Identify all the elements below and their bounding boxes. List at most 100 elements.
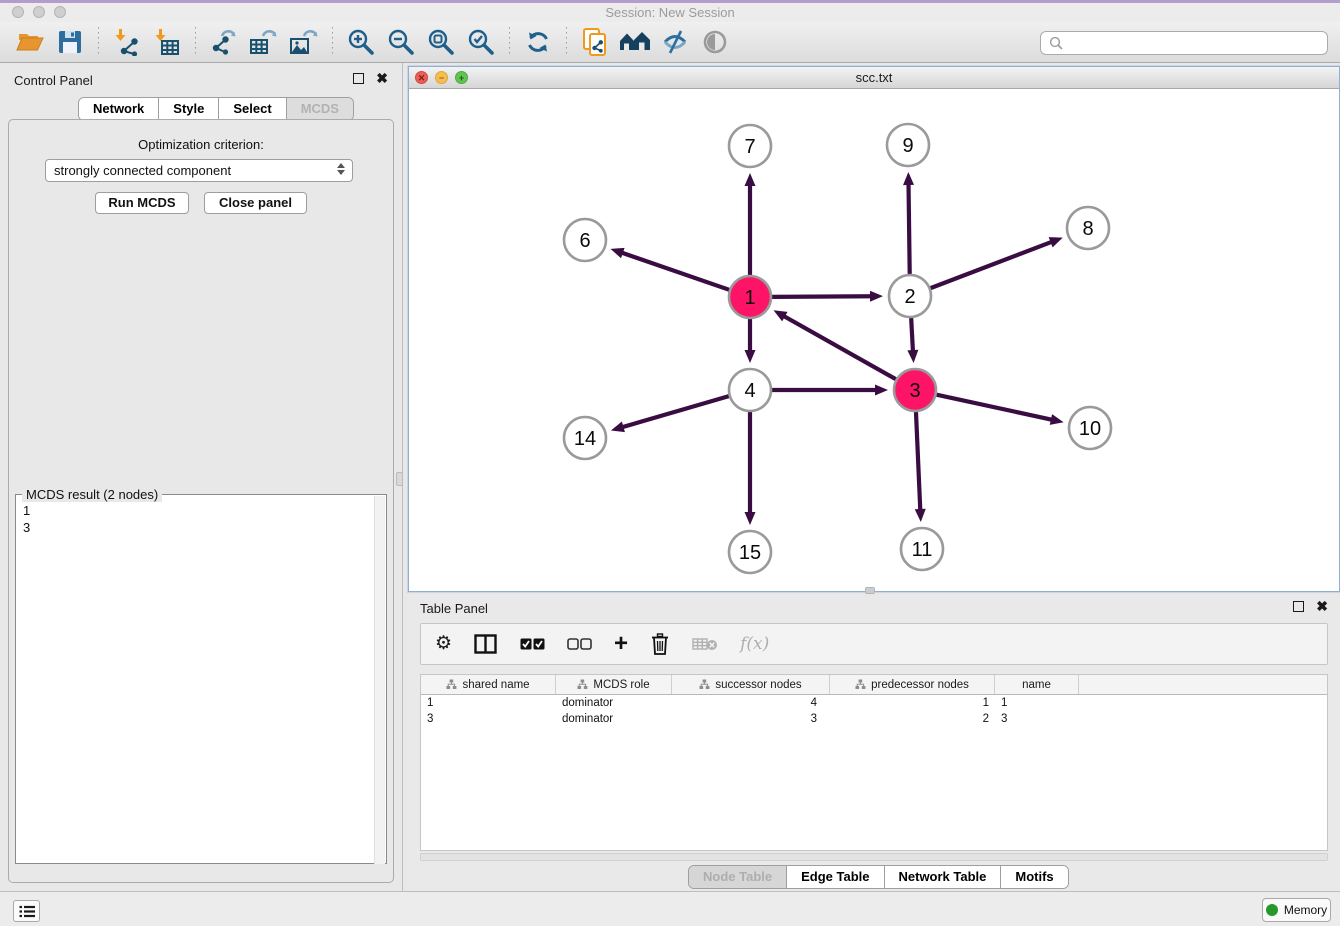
add-column-button[interactable]: + bbox=[614, 634, 628, 654]
network-canvas[interactable]: 7 9 6 8 1 2 4 3 14 10 15 11 bbox=[409, 89, 1339, 591]
graph-edge-3-10[interactable] bbox=[936, 395, 1063, 425]
copy-network-view-button[interactable] bbox=[578, 26, 612, 58]
graph-node-6[interactable]: 6 bbox=[564, 219, 606, 261]
show-graphics-details-button[interactable] bbox=[698, 26, 732, 58]
table-row[interactable]: 3 dominator 3 2 3 bbox=[421, 711, 1327, 727]
graph-edge-2-9[interactable] bbox=[903, 172, 914, 274]
float-table-panel-icon[interactable] bbox=[1293, 601, 1304, 612]
table-options-button[interactable]: ⚙ bbox=[435, 634, 452, 654]
column-selector-button[interactable] bbox=[474, 634, 498, 654]
graph-edge-2-8[interactable] bbox=[931, 237, 1063, 288]
cell-successor-nodes[interactable]: 4 bbox=[672, 697, 830, 709]
graph-node-15[interactable]: 15 bbox=[729, 531, 771, 573]
graph-node-9[interactable]: 9 bbox=[887, 124, 929, 166]
hide-graphics-details-button[interactable] bbox=[658, 26, 692, 58]
open-session-button[interactable] bbox=[13, 26, 47, 58]
result-scrollbar[interactable] bbox=[374, 496, 385, 864]
graph-node-2[interactable]: 2 bbox=[889, 275, 931, 317]
task-history-button[interactable] bbox=[13, 900, 40, 922]
tab-edge-table[interactable]: Edge Table bbox=[787, 866, 884, 888]
graph-edge-3-1[interactable] bbox=[774, 310, 896, 379]
graph-node-7[interactable]: 7 bbox=[729, 125, 771, 167]
search-input[interactable] bbox=[1063, 36, 1319, 51]
table-horizontal-scrollbar[interactable] bbox=[420, 853, 1328, 861]
graph-node-8[interactable]: 8 bbox=[1067, 207, 1109, 249]
column-header-successor-nodes[interactable]: successor nodes bbox=[672, 675, 830, 694]
graph-edge-4-15[interactable] bbox=[745, 412, 756, 525]
graph-edge-1-2[interactable] bbox=[772, 291, 883, 302]
float-panel-icon[interactable] bbox=[353, 73, 364, 84]
cell-predecessor-nodes[interactable]: 2 bbox=[830, 713, 995, 725]
cell-predecessor-nodes[interactable]: 1 bbox=[830, 697, 995, 709]
zoom-in-button[interactable] bbox=[344, 26, 378, 58]
select-all-rows-button[interactable] bbox=[520, 638, 545, 650]
tab-style[interactable]: Style bbox=[159, 98, 219, 120]
column-header-name[interactable]: name bbox=[995, 675, 1079, 694]
cell-successor-nodes[interactable]: 3 bbox=[672, 713, 830, 725]
memory-button[interactable]: Memory bbox=[1262, 898, 1331, 922]
graph-edge-4-14[interactable] bbox=[611, 396, 729, 432]
criterion-dropdown[interactable]: strongly connected component bbox=[45, 159, 353, 182]
save-session-button[interactable] bbox=[53, 26, 87, 58]
network-window-titlebar[interactable]: ✕ − + scc.txt bbox=[409, 67, 1339, 89]
graph-edge-2-3[interactable] bbox=[907, 318, 918, 363]
import-network-button[interactable] bbox=[110, 26, 144, 58]
graph-edge-4-3[interactable] bbox=[772, 385, 888, 396]
import-table-button[interactable] bbox=[150, 26, 184, 58]
graph-node-11[interactable]: 11 bbox=[901, 528, 943, 570]
window-zoom-button[interactable] bbox=[54, 6, 66, 18]
zoom-fit-button[interactable] bbox=[424, 26, 458, 58]
cell-mcds-role[interactable]: dominator bbox=[556, 697, 672, 709]
graph-node-3[interactable]: 3 bbox=[894, 369, 936, 411]
tab-node-table[interactable]: Node Table bbox=[689, 866, 787, 888]
run-mcds-button[interactable]: Run MCDS bbox=[95, 192, 189, 214]
tab-network-table[interactable]: Network Table bbox=[885, 866, 1002, 888]
cell-shared-name[interactable]: 1 bbox=[421, 697, 556, 709]
window-close-button[interactable] bbox=[12, 6, 24, 18]
window-minimize-button[interactable] bbox=[33, 6, 45, 18]
column-header-predecessor-nodes[interactable]: predecessor nodes bbox=[830, 675, 995, 694]
refresh-button[interactable] bbox=[521, 26, 555, 58]
graph-node-10[interactable]: 10 bbox=[1069, 407, 1111, 449]
graph-edge-1-4[interactable] bbox=[745, 319, 756, 363]
export-table-button[interactable] bbox=[247, 26, 281, 58]
delete-table-button[interactable] bbox=[692, 636, 718, 652]
tab-select[interactable]: Select bbox=[219, 98, 286, 120]
graph-node-14[interactable]: 14 bbox=[564, 417, 606, 459]
tab-network[interactable]: Network bbox=[79, 98, 159, 120]
delete-columns-button[interactable] bbox=[650, 633, 670, 655]
graph-edge-1-6[interactable] bbox=[611, 248, 730, 290]
first-neighbors-button[interactable] bbox=[618, 26, 652, 58]
node-label: 9 bbox=[902, 135, 913, 157]
graph-node-1[interactable]: 1 bbox=[729, 276, 771, 318]
column-header-mcds-role[interactable]: MCDS role bbox=[556, 675, 672, 694]
close-table-panel-icon[interactable]: ✖ bbox=[1316, 601, 1328, 612]
graph-node-4[interactable]: 4 bbox=[729, 369, 771, 411]
zoom-out-button[interactable] bbox=[384, 26, 418, 58]
close-panel-button[interactable]: Close panel bbox=[204, 192, 307, 214]
close-panel-icon[interactable]: ✖ bbox=[376, 73, 388, 84]
graph-edge-3-11[interactable] bbox=[915, 412, 926, 522]
column-header-shared-name[interactable]: shared name bbox=[421, 675, 556, 694]
table-panel: Table Panel ✖ ⚙ + f(x) shared name bbox=[408, 595, 1340, 891]
canvas-splitter-handle[interactable] bbox=[865, 587, 875, 594]
table-row[interactable]: 1 dominator 4 1 1 bbox=[421, 695, 1327, 711]
export-network-button[interactable] bbox=[207, 26, 241, 58]
function-builder-button[interactable]: f(x) bbox=[740, 634, 769, 654]
tab-mcds[interactable]: MCDS bbox=[287, 98, 353, 120]
cell-mcds-role[interactable]: dominator bbox=[556, 713, 672, 725]
cell-name[interactable]: 1 bbox=[995, 697, 1079, 709]
search-field[interactable] bbox=[1040, 31, 1328, 55]
network-close-button[interactable]: ✕ bbox=[415, 71, 428, 84]
mcds-result-list[interactable]: 1 3 bbox=[23, 502, 30, 536]
deselect-all-rows-button[interactable] bbox=[567, 638, 592, 650]
cell-shared-name[interactable]: 3 bbox=[421, 713, 556, 725]
panel-splitter-handle[interactable] bbox=[396, 472, 403, 486]
network-maximize-button[interactable]: + bbox=[455, 71, 468, 84]
cell-name[interactable]: 3 bbox=[995, 713, 1079, 725]
export-image-button[interactable] bbox=[287, 26, 321, 58]
network-minimize-button[interactable]: − bbox=[435, 71, 448, 84]
graph-edge-1-7[interactable] bbox=[745, 173, 756, 275]
zoom-selected-button[interactable] bbox=[464, 26, 498, 58]
tab-motifs[interactable]: Motifs bbox=[1001, 866, 1067, 888]
